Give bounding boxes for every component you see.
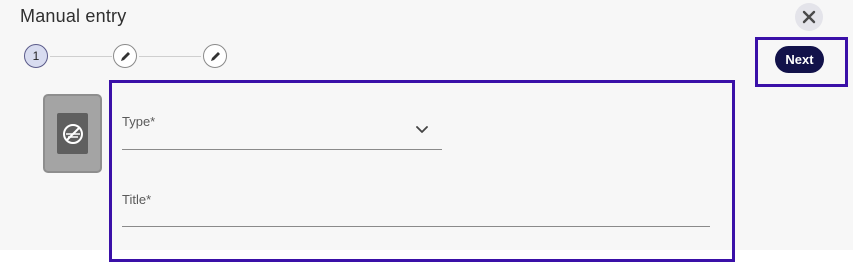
next-highlight-box xyxy=(755,37,848,87)
document-thumbnail[interactable] xyxy=(43,94,102,173)
pencil-icon xyxy=(120,51,130,61)
stepper: 1 xyxy=(24,44,234,70)
close-icon xyxy=(802,10,816,24)
form-highlight-box xyxy=(109,80,735,262)
step-connector xyxy=(50,56,112,57)
step-connector xyxy=(139,56,201,57)
document-placeholder-icon xyxy=(62,123,83,144)
document-placeholder xyxy=(57,113,88,154)
close-button[interactable] xyxy=(795,3,823,31)
pencil-icon xyxy=(210,51,220,61)
step-1[interactable]: 1 xyxy=(24,44,48,68)
step-2[interactable] xyxy=(113,44,137,68)
step-3[interactable] xyxy=(203,44,227,68)
dialog-title: Manual entry xyxy=(20,6,127,26)
step-1-number: 1 xyxy=(32,49,40,63)
